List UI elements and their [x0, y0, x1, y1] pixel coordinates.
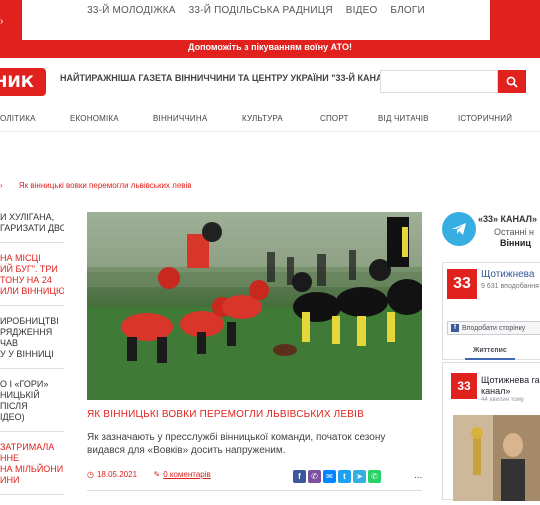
fb-page-logo[interactable]: 33 [445, 267, 479, 301]
top-link-video[interactable]: ВІДЕО [346, 5, 378, 16]
main-nav: ОЛІТИКА ЕКОНОМІКА ВІННИЧЧИНА КУЛЬТУРА СП… [0, 108, 540, 132]
left-news-line: ІДЕО) [0, 412, 25, 422]
fb-page-name[interactable]: Щотижнева [481, 269, 534, 280]
football-photo-image [87, 212, 422, 400]
facebook-share-icon[interactable]: f [293, 470, 306, 483]
telegram-icon [442, 212, 476, 246]
telegram-banner[interactable]: «33» КАНАЛ» Останні н Вінниц [438, 210, 540, 254]
clock-icon: ◷ [87, 470, 94, 479]
breadcrumb: › Як вінницькі вовки перемогли львівськи… [0, 181, 192, 190]
left-news-line: ЗАТРИМАЛА [0, 442, 55, 452]
more-dots: ... [414, 470, 423, 481]
article-divider [87, 490, 422, 491]
top-link-radnytsia[interactable]: 33-Й ПОДІЛЬСЬКА РАДНИЦЯ [189, 5, 333, 16]
article-date: 18.05.2021 [96, 470, 138, 479]
twitter-share-icon[interactable]: t [338, 470, 351, 483]
nav-item-istorychnyi[interactable]: ІСТОРИЧНИЙ [458, 114, 512, 123]
nav-item-vid-chytachiv[interactable]: ВІД ЧИТАЧІВ [378, 114, 429, 123]
left-news-line: РЯДЖЕННЯ [0, 327, 53, 337]
facebook-post: 33 Щотижнева га канал» 44 хвилин тому [442, 362, 540, 501]
chevron-right-icon[interactable]: › [0, 16, 3, 27]
fb-like-page-label: Вподобати сторінку [462, 324, 526, 332]
telegram-share-icon[interactable]: ➤ [353, 470, 366, 483]
breadcrumb-current: Як вінницькі вовки перемогли львівських … [18, 181, 192, 190]
left-news-line: ГАРИЗАТИ ДВОХ [0, 223, 64, 233]
left-news-line: ТОНУ НА 24 [0, 275, 52, 285]
left-news-list: И ХУЛІГАНА,ГАРИЗАТИ ДВОХ НА МІСЦІИЙ БУГ".… [0, 212, 64, 505]
left-news-line: ИНИ [0, 475, 20, 485]
nav-item-vinnychchyna[interactable]: ВІННИЧЧИНА [153, 114, 207, 123]
telegram-subtitle: Останні н [494, 227, 534, 237]
left-news-line: ЧАВ [0, 338, 19, 348]
nav-item-kultura[interactable]: КУЛЬТУРА [242, 114, 283, 123]
left-news-line: ННЕ [0, 453, 20, 463]
left-news-line: НА МІЛЬЙОНИ [0, 464, 64, 474]
fb-tab-underline [465, 358, 515, 360]
breadcrumb-arrow-icon: › [0, 181, 3, 190]
top-links-panel: 33-Й МОЛОДІЖКА 33-Й ПОДІЛЬСЬКА РАДНИЦЯ В… [22, 0, 490, 40]
top-red-band: 33-Й МОЛОДІЖКА 33-Й ПОДІЛЬСЬКА РАДНИЦЯ В… [0, 0, 540, 58]
top-link-molodizhka[interactable]: 33-Й МОЛОДІЖКА [87, 5, 176, 16]
left-news-line: ИЛИ ВІННИЦЮ [0, 286, 64, 296]
facebook-page-widget: 33 Щотижнева 9 631 вподобання f Вподобат… [442, 262, 540, 360]
fb-post-image[interactable] [453, 415, 540, 501]
search-icon [506, 76, 518, 88]
article-photo[interactable] [87, 212, 422, 400]
left-news-line: ИРОБНИЦТВІ [0, 316, 59, 326]
telegram-subtitle-2: Вінниц [500, 238, 531, 248]
facebook-icon: f [451, 324, 459, 332]
comments-icon: ✎ [153, 470, 161, 479]
left-news-item[interactable]: ИРОБНИЦТВІ РЯДЖЕННЯ ЧАВ У У ВІННИЦІ [0, 316, 64, 369]
fb-post-time: 44 хвилин тому [481, 397, 524, 403]
fb-page-likes: 9 631 вподобання [481, 283, 539, 290]
share-buttons: f ✆ ✉ t ➤ ✆ [293, 470, 381, 483]
site-logo[interactable]: НИК [0, 68, 46, 96]
article-comments-link[interactable]: 0 коментарів [163, 470, 211, 479]
search-input[interactable] [380, 70, 498, 93]
left-news-line: НА МІСЦІ [0, 253, 41, 263]
nav-item-sport[interactable]: СПОРТ [320, 114, 349, 123]
nav-item-polityka[interactable]: ОЛІТИКА [0, 114, 36, 123]
left-news-line: ИЙ БУГ". ТРИ [0, 264, 58, 274]
left-news-line: У У ВІННИЦІ [0, 349, 54, 359]
article-title[interactable]: ЯК ВІННИЦЬКІ ВОВКИ ПЕРЕМОГЛИ ЛЬВІВСЬКИХ … [87, 409, 422, 420]
fb-post-avatar[interactable]: 33 [451, 373, 477, 399]
telegram-title: «33» КАНАЛ» [478, 214, 537, 224]
whatsapp-share-icon[interactable]: ✆ [368, 470, 381, 483]
top-links: 33-Й МОЛОДІЖКА 33-Й ПОДІЛЬСЬКА РАДНИЦЯ В… [22, 5, 490, 16]
left-news-item[interactable]: ЗАТРИМАЛА ННЕ НА МІЛЬЙОНИ ИНИ [0, 442, 64, 495]
search-button[interactable] [498, 70, 526, 93]
viber-share-icon[interactable]: ✆ [308, 470, 321, 483]
left-news-item[interactable]: И ХУЛІГАНА,ГАРИЗАТИ ДВОХ [0, 212, 64, 243]
left-news-line: И ХУЛІГАНА, [0, 212, 55, 222]
fb-post-author[interactable]: Щотижнева га канал» [481, 375, 540, 397]
fb-tab-timeline[interactable]: Життєпис [473, 347, 507, 354]
left-news-line: О І «ГОРИ» [0, 379, 49, 389]
fb-post-photo-image [453, 415, 540, 501]
site-tagline: НАЙТИРАЖНІША ГАЗЕТА ВІННИЧЧИНИ ТА ЦЕНТРУ… [60, 73, 394, 83]
left-news-line: ПІСЛЯ [0, 401, 28, 411]
left-news-item[interactable]: НА МІСЦІ ИЙ БУГ". ТРИ ТОНУ НА 24 ИЛИ ВІННИЦ… [0, 253, 64, 306]
fb-like-page-button[interactable]: f Вподобати сторінку [447, 321, 540, 335]
article-excerpt: Як зазначають у пресслужбі вінницької ко… [87, 432, 386, 456]
top-link-blogs[interactable]: БЛОГИ [390, 5, 425, 16]
article-meta: ◷ 18.05.2021 ✎ 0 коментарів [87, 470, 211, 479]
messenger-share-icon[interactable]: ✉ [323, 470, 336, 483]
left-news-line: НИЦЬКІЙ [0, 390, 40, 400]
nav-item-ekonomika[interactable]: ЕКОНОМІКА [70, 114, 119, 123]
help-ato-link[interactable]: Допоможіть з пікуванням воїну АТО! [0, 42, 540, 52]
left-news-item[interactable]: О І «ГОРИ» НИЦЬКІЙ ПІСЛЯ ІДЕО) [0, 379, 64, 432]
